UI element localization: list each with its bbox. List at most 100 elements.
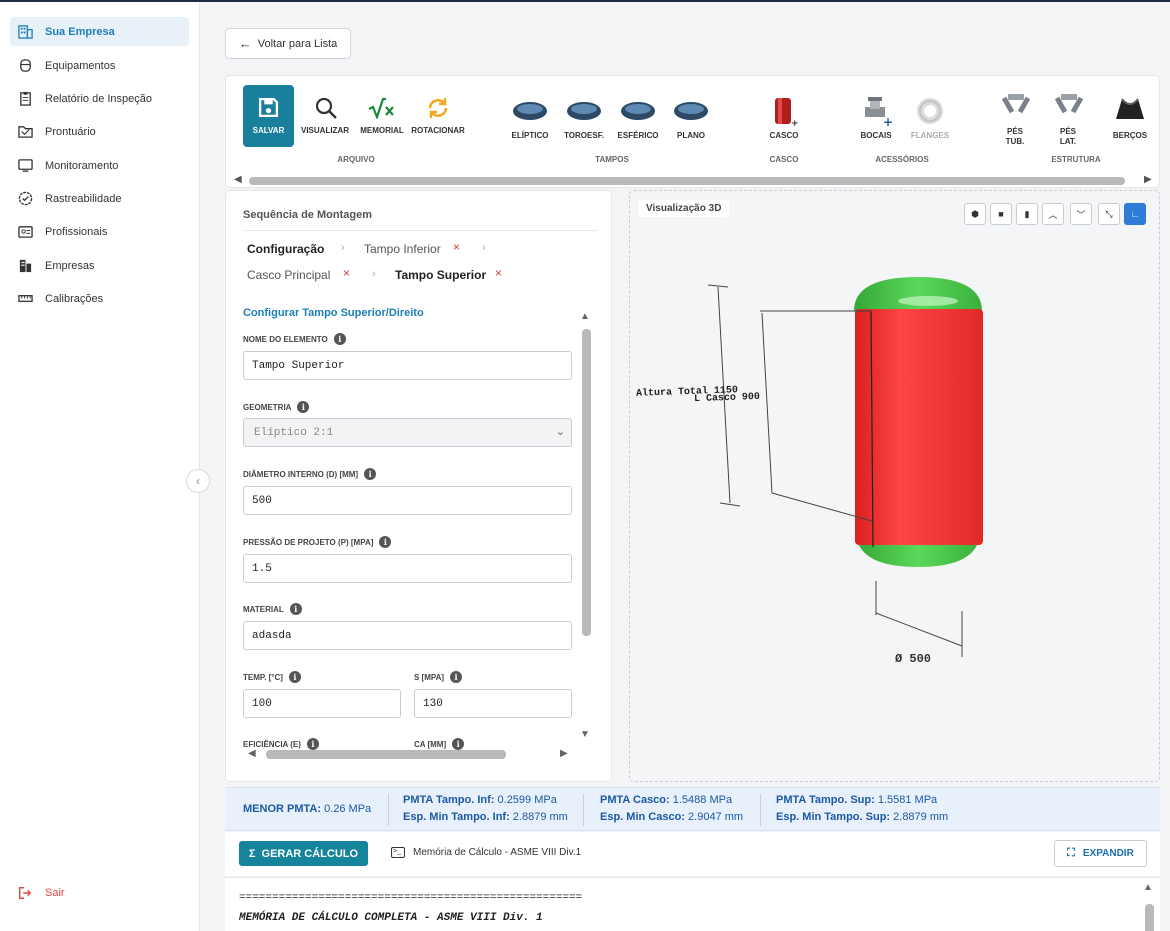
element-name-input[interactable]: Tampo Superior <box>243 351 572 380</box>
sidebar-item-empresas[interactable]: Empresas <box>10 251 189 280</box>
head-torisph-button[interactable]: TOROESF. <box>562 98 606 144</box>
sidebar-item-equipamentos[interactable]: Equipamentos <box>10 51 189 80</box>
chevron-down-icon: ⌄ <box>555 427 565 439</box>
floppy-icon <box>258 97 279 118</box>
sidebar-item-rastreabilidade[interactable]: Rastreabilidade <box>10 184 189 213</box>
logout-button[interactable]: Sair <box>18 886 65 900</box>
form-hscroll-thumb[interactable] <box>266 750 506 759</box>
badge-check-icon <box>18 191 33 206</box>
monitor-icon <box>18 159 33 172</box>
info-icon[interactable]: i <box>289 603 302 615</box>
label-text: NOME DO ELEMENTO <box>243 334 328 344</box>
head-elliptic-button[interactable]: ELÍPTICO <box>508 98 552 144</box>
scroll-left-icon[interactable]: ◀ <box>248 748 256 759</box>
form-vertical-scrollbar[interactable]: ▲ ▼ <box>580 311 592 741</box>
generate-calc-button[interactable]: Σ GERAR CÁLCULO <box>239 841 368 866</box>
head-spheric-button[interactable]: ESFÉRICO <box>615 98 661 144</box>
back-to-list-button[interactable]: ← Voltar para Lista <box>225 28 351 59</box>
memory-scroll-thumb[interactable] <box>1145 904 1154 931</box>
toolbar-scrollbar[interactable]: ◀ ▶ <box>234 174 1154 186</box>
pressure-input[interactable]: 1.5 <box>243 554 572 583</box>
esp-lower-label: Esp. Min Tampo. Inf: <box>403 811 510 823</box>
info-icon[interactable]: i <box>333 333 346 345</box>
expand-label: EXPANDIR <box>1082 848 1134 859</box>
cradles-button[interactable]: BERÇOS <box>1108 92 1152 144</box>
remove-upper-head-icon[interactable]: × <box>495 266 502 280</box>
sidebar-item-calibracoes[interactable]: Calibrações <box>10 284 189 313</box>
geometry-select[interactable]: Elíptico 2:1 ⌄ <box>243 418 572 447</box>
config-title: Configurar Tampo Superior/Direito <box>243 307 424 319</box>
sidebar-item-relatorio[interactable]: Relatório de Inspeção <box>10 84 189 113</box>
pmta-lower: PMTA Tampo. Inf: 0.2599 MPa <box>403 794 557 806</box>
group-label-accessories: ACESSÓRIOS <box>875 155 929 164</box>
visualize-button[interactable]: VISUALIZAR <box>298 94 352 142</box>
sidebar-item-prontuario[interactable]: Prontuário <box>10 117 189 146</box>
step-tampo-inferior[interactable]: Tampo Inferior <box>364 242 441 256</box>
rotate-button[interactable]: ROTACIONAR <box>410 94 466 142</box>
step-configuracao[interactable]: Configuração <box>247 242 324 256</box>
calculation-bar: Σ GERAR CÁLCULO >_ Memória de Cálculo - AS… <box>225 832 1160 876</box>
sidebar-collapse-button[interactable]: ‹ <box>186 469 210 493</box>
scroll-right-icon[interactable]: ▶ <box>1144 174 1152 185</box>
remove-lower-head-icon[interactable]: × <box>453 240 460 254</box>
form-horizontal-scrollbar[interactable]: ◀ ▶ <box>248 748 570 760</box>
cradles-label: BERÇOS <box>1112 131 1148 140</box>
pmta-upper: PMTA Tampo. Sup: 1.5581 MPa <box>776 794 937 806</box>
logout-label: Sair <box>45 887 65 899</box>
memory-scrollbar[interactable]: ▲ <box>1143 882 1155 931</box>
spheric-label: ESFÉRICO <box>617 131 659 140</box>
head-flat-button[interactable]: PLANO <box>669 98 713 144</box>
info-icon[interactable]: i <box>288 671 301 683</box>
scroll-left-icon[interactable]: ◀ <box>234 174 242 185</box>
diameter-input[interactable]: 500 <box>243 486 572 515</box>
sidebar-item-label: Prontuário <box>45 125 96 138</box>
s-input[interactable]: 130 <box>414 689 572 718</box>
clipboard-icon <box>20 91 31 106</box>
sidebar: Sua Empresa Equipamentos Relatório de In… <box>0 2 200 931</box>
scroll-right-icon[interactable]: ▶ <box>560 748 568 759</box>
pmta-shell-label: PMTA Casco: <box>600 794 670 806</box>
assembly-title: Sequência de Montagem <box>243 209 372 221</box>
label-text: GEOMETRIA <box>243 402 292 412</box>
sidebar-item-monitoramento[interactable]: Monitoramento <box>10 151 189 180</box>
scroll-down-icon[interactable]: ▼ <box>580 729 590 740</box>
form-scroll-thumb[interactable] <box>582 329 591 636</box>
legs-tub-button[interactable]: PÉS TUB. <box>996 92 1034 150</box>
sidebar-item-sua-empresa[interactable]: Sua Empresa <box>10 17 189 46</box>
step-tampo-superior[interactable]: Tampo Superior <box>395 268 486 282</box>
temp-input[interactable]: 100 <box>243 689 401 718</box>
esp-shell-label: Esp. Min Casco: <box>600 811 685 823</box>
viewport-3d[interactable]: Visualização 3D ⬢ ■ ▮ ︿ ﹀ ⤡ ∟ Altura Tot… <box>629 190 1160 782</box>
nozzles-button[interactable]: + BOCAIS <box>854 94 898 144</box>
shell-label: CASCO <box>769 131 799 140</box>
info-icon[interactable]: i <box>450 671 463 683</box>
sidebar-item-label: Profissionais <box>45 225 108 238</box>
logout-icon <box>19 887 32 899</box>
calculation-memory[interactable]: ========================================… <box>225 877 1160 931</box>
memorial-button[interactable]: MEMORIAL <box>356 94 408 142</box>
expand-button[interactable]: ⛶ EXPANDIR <box>1054 840 1147 867</box>
flanges-button[interactable]: FLANGES <box>906 94 954 144</box>
info-icon[interactable]: i <box>364 468 377 480</box>
memory-tab[interactable]: >_ Memória de Cálculo - ASME VIII Div.1 <box>391 847 581 858</box>
info-icon[interactable]: i <box>297 401 310 413</box>
sidebar-item-label: Rastreabilidade <box>45 192 122 205</box>
shell-button[interactable]: + CASCO <box>762 94 806 144</box>
sidebar-item-label: Equipamentos <box>45 59 116 72</box>
torispherical-head-icon <box>567 102 601 120</box>
toolbar-scroll-thumb[interactable] <box>249 177 1125 185</box>
chevron-right-icon: › <box>372 268 376 280</box>
min-pmta-value: 0.26 MPa <box>324 803 372 815</box>
sidebar-item-profissionais[interactable]: Profissionais <box>10 217 189 246</box>
step-casco-principal[interactable]: Casco Principal <box>247 268 330 282</box>
legs-lat-button[interactable]: PÉS LAT. <box>1049 92 1087 150</box>
save-button[interactable]: SALVAR <box>243 85 294 147</box>
scroll-up-icon[interactable]: ▲ <box>1143 882 1153 893</box>
material-input[interactable]: adasda <box>243 621 572 650</box>
rotate-label: ROTACIONAR <box>411 126 465 135</box>
esp-upper: Esp. Min Tampo. Sup: 2.8879 mm <box>776 811 948 823</box>
info-icon[interactable]: i <box>379 536 392 548</box>
dim-total-tick-top <box>707 284 729 288</box>
remove-shell-icon[interactable]: × <box>343 266 350 280</box>
scroll-up-icon[interactable]: ▲ <box>580 311 590 322</box>
